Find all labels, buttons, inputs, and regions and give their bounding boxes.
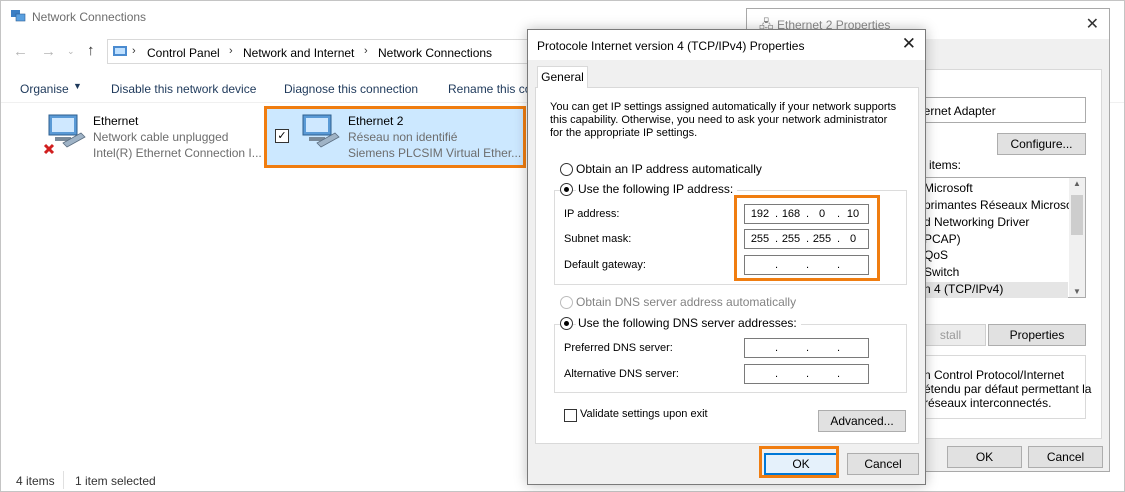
subnet-mask-label: Subnet mask:	[564, 233, 632, 245]
intro-text: You can get IP settings assigned automat…	[550, 101, 910, 140]
cancel-button[interactable]: Cancel	[1028, 446, 1103, 468]
connection-adapter: Intel(R) Ethernet Connection I...	[93, 146, 262, 160]
obtain-dns-auto-radio[interactable]	[560, 296, 573, 309]
annotation-highlight-box	[734, 195, 880, 281]
obtain-dns-auto-label[interactable]: Obtain DNS server address automatically	[576, 295, 796, 309]
status-item-count: 4 items	[16, 474, 55, 488]
octet-dot: .	[806, 368, 810, 380]
description-line: n Control Protocol/Internet	[924, 368, 1065, 382]
dropdown-caret-icon: ▼	[73, 81, 82, 91]
connection-status: Network cable unplugged	[93, 130, 229, 144]
use-following-ip-radio[interactable]	[560, 183, 573, 196]
list-item[interactable]: Switch	[924, 265, 959, 279]
breadcrumb-chevron-icon: ›	[229, 45, 233, 57]
connection-name: Ethernet	[93, 114, 139, 128]
recent-locations-chevron-icon[interactable]: ⌄	[67, 46, 75, 57]
breadcrumb-control-panel[interactable]: Control Panel	[147, 46, 220, 60]
dialog-title: Protocole Internet version 4 (TCP/IPv4) …	[537, 39, 805, 53]
list-item[interactable]: Microsoft	[924, 181, 973, 195]
scroll-up-icon[interactable]: ▲	[1073, 179, 1081, 188]
tab-general[interactable]: General	[537, 66, 588, 88]
back-arrow-icon[interactable]: ←	[13, 43, 28, 60]
intro-line: for the appropriate IP settings.	[550, 127, 698, 139]
control-panel-icon	[113, 46, 127, 56]
octet-dot: .	[837, 368, 841, 380]
description-line: étendu par défaut permettant la	[924, 382, 1092, 396]
status-selected-count: 1 item selected	[75, 474, 156, 488]
scroll-down-icon[interactable]: ▼	[1073, 287, 1081, 296]
title-bar: Protocole Internet version 4 (TCP/IPv4) …	[528, 30, 925, 60]
obtain-ip-auto-radio[interactable]	[560, 163, 573, 176]
window-title: Network Connections	[32, 10, 147, 24]
validate-settings-checkbox[interactable]	[564, 409, 577, 422]
octet-dot: .	[775, 342, 779, 354]
validate-settings-label[interactable]: Validate settings upon exit	[580, 408, 708, 420]
breadcrumb-network-connections[interactable]: Network Connections	[378, 46, 492, 60]
close-icon[interactable]: ✕	[902, 34, 916, 54]
network-connections-icon	[11, 10, 26, 22]
annotation-highlight-box	[264, 106, 526, 168]
breadcrumb-chevron-icon: ›	[364, 45, 368, 57]
status-divider	[63, 471, 64, 489]
obtain-ip-auto-label[interactable]: Obtain an IP address automatically	[576, 162, 762, 176]
advanced-button[interactable]: Advanced...	[818, 410, 906, 432]
breadcrumb-network-internet[interactable]: Network and Internet	[243, 46, 354, 60]
components-list[interactable]: Microsoft primantes Réseaux Microsoft d …	[915, 177, 1086, 298]
forward-arrow-icon[interactable]: →	[41, 43, 56, 60]
list-item-selected[interactable]: n 4 (TCP/IPv4)	[916, 282, 1068, 298]
alternative-dns-label: Alternative DNS server:	[564, 368, 679, 380]
octet-dot: .	[806, 342, 810, 354]
list-item[interactable]: QoS	[924, 248, 948, 262]
intro-line: this capability. Otherwise, you need to …	[550, 114, 888, 126]
use-following-ip-label[interactable]: Use the following IP address:	[576, 182, 738, 196]
adapter-name: hernet Adapter	[917, 104, 996, 118]
ip-address-label: IP address:	[564, 208, 620, 220]
use-following-dns-label[interactable]: Use the following DNS server addresses:	[576, 316, 801, 330]
network-adapter-disconnected-icon	[43, 114, 86, 155]
general-pane: You can get IP settings assigned automat…	[535, 87, 919, 444]
description-box: n Control Protocol/Internet étendu par d…	[915, 355, 1091, 419]
intro-line: You can get IP settings assigned automat…	[550, 101, 897, 113]
preferred-dns-field[interactable]: . . .	[744, 338, 869, 358]
list-item[interactable]: primantes Réseaux Microsoft	[924, 198, 1079, 212]
octet-dot: .	[775, 368, 779, 380]
properties-button[interactable]: Properties	[988, 324, 1086, 346]
scrollbar-thumb[interactable]	[1071, 195, 1083, 235]
octet-dot: .	[837, 342, 841, 354]
preferred-dns-label: Preferred DNS server:	[564, 342, 673, 354]
close-icon[interactable]: ✕	[1086, 14, 1099, 34]
default-gateway-label: Default gateway:	[564, 259, 646, 271]
ok-button[interactable]: OK	[947, 446, 1022, 468]
alternative-dns-field[interactable]: . . .	[744, 364, 869, 384]
use-following-dns-radio[interactable]	[560, 317, 573, 330]
description-line: réseaux interconnectés.	[924, 396, 1052, 410]
diagnose-connection-button[interactable]: Diagnose this connection	[284, 82, 418, 96]
cancel-button[interactable]: Cancel	[847, 453, 919, 475]
annotation-highlight-box	[759, 446, 839, 478]
up-arrow-icon[interactable]: ↑	[87, 42, 95, 59]
address-bar[interactable]: › Control Panel › Network and Internet ›…	[107, 39, 537, 64]
breadcrumb-chevron-icon: ›	[132, 45, 136, 57]
organise-menu[interactable]: Organise	[20, 82, 69, 96]
ipv4-properties-dialog: Protocole Internet version 4 (TCP/IPv4) …	[527, 29, 926, 485]
disable-device-button[interactable]: Disable this network device	[111, 82, 256, 96]
network-item-ethernet[interactable]: Ethernet Network cable unplugged Intel(R…	[37, 109, 267, 163]
list-item[interactable]: PCAP)	[924, 232, 961, 246]
list-scrollbar[interactable]: ▲ ▼	[1069, 178, 1085, 297]
configure-button[interactable]: Configure...	[997, 133, 1086, 155]
rename-connection-button[interactable]: Rename this co	[448, 82, 531, 96]
list-item[interactable]: d Networking Driver	[924, 215, 1029, 229]
